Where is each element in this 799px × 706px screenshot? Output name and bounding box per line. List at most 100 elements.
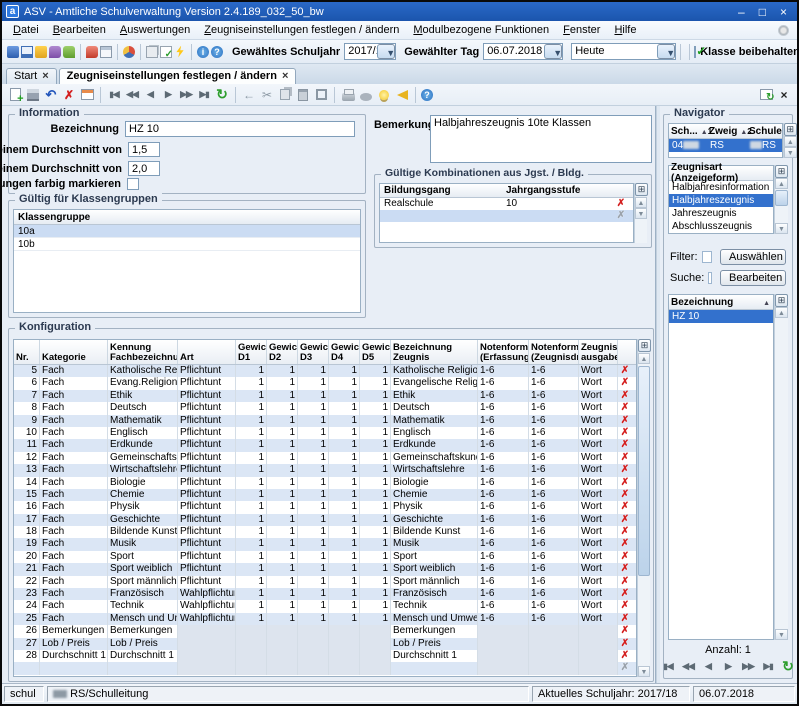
- zeugnisart-scrollbar[interactable]: [774, 165, 788, 234]
- statistics-module-icon[interactable]: [123, 46, 135, 58]
- konfiguration-column-header[interactable]: Kennung Fachbezeichnung: [108, 340, 178, 364]
- delete-row-icon[interactable]: [618, 452, 632, 464]
- classes-module-icon[interactable]: [21, 46, 33, 58]
- menu-item[interactable]: Zeugniseinstellungen festlegen / ändern: [197, 22, 406, 38]
- delete-row-icon[interactable]: [618, 501, 632, 513]
- school-table-rail[interactable]: [783, 123, 797, 158]
- konfiguration-row[interactable]: 24 Fach Technik Wahlpflichtunt 1 1 1 1 1: [14, 600, 636, 612]
- konfiguration-column-header[interactable]: Gewicht D1: [236, 340, 267, 364]
- zeugnisart-item[interactable]: Halbjahreszeugnis: [669, 194, 773, 207]
- lob-input[interactable]: [128, 161, 160, 176]
- delete-row-icon[interactable]: [618, 662, 632, 674]
- table-config-icon[interactable]: [775, 165, 788, 178]
- konfiguration-row[interactable]: 22 Fach Sport männlich Pflichtunt 1 1 1 …: [14, 576, 636, 588]
- konfiguration-column-header[interactable]: Bezeichnung Zeugnis: [391, 340, 478, 364]
- konfiguration-row[interactable]: 13 Fach Wirtschaftslehre Pflichtunt 1 1 …: [14, 464, 636, 476]
- delete-row-icon[interactable]: [618, 576, 632, 588]
- zeugnisart-header[interactable]: Zeugnisart (Anzeigeform): [669, 166, 773, 181]
- schule-kurz-column-header[interactable]: Sch...1: [669, 126, 709, 137]
- delete-row-icon[interactable]: [618, 650, 632, 662]
- tab[interactable]: Start: [6, 68, 57, 84]
- konfiguration-row[interactable]: 7 Fach Ethik Pflichtunt 1 1 1 1 1 Ethi: [14, 390, 636, 402]
- school-module-icon[interactable]: [63, 46, 75, 58]
- zweig-column-header[interactable]: Zweig2: [709, 126, 749, 137]
- new-record-button[interactable]: [7, 87, 23, 103]
- konfiguration-row[interactable]: 15 Fach Chemie Pflichtunt 1 1 1 1 1 Ch: [14, 489, 636, 501]
- last-record-button[interactable]: ▶: [196, 87, 212, 103]
- tab[interactable]: Zeugniseinstellungen festlegen / ändern: [59, 68, 297, 84]
- reports-module-icon[interactable]: [86, 46, 98, 58]
- konfiguration-row[interactable]: 14 Fach Biologie Pflichtunt 1 1 1 1 1: [14, 477, 636, 489]
- scroll-down-icon[interactable]: [635, 208, 647, 219]
- nav-fast-previous-button[interactable]: ◀◀: [682, 658, 695, 674]
- selection-button[interactable]: [313, 87, 329, 103]
- konfiguration-row[interactable]: 21 Fach Sport weiblich Pflichtunt 1 1 1 …: [14, 563, 636, 575]
- delete-row-icon[interactable]: [618, 514, 632, 526]
- maximize-button[interactable]: □: [759, 5, 766, 19]
- konfiguration-column-header[interactable]: Kategorie: [40, 340, 108, 364]
- tab-close-icon[interactable]: [42, 70, 48, 82]
- grades-module-icon[interactable]: [100, 46, 112, 58]
- context-help-button[interactable]: [421, 89, 433, 101]
- auswaehlen-button[interactable]: Auswählen: [720, 249, 786, 265]
- konfiguration-row[interactable]: 9 Fach Mathematik Pflichtunt 1 1 1 1 1: [14, 415, 636, 427]
- delete-row-icon[interactable]: [618, 526, 632, 538]
- klassengruppe-column-header[interactable]: Klassengruppe: [14, 210, 360, 225]
- scrollbar-thumb[interactable]: [775, 190, 788, 206]
- bearbeiten-button[interactable]: Bearbeiten: [720, 270, 786, 286]
- documents-icon[interactable]: [146, 46, 158, 58]
- zeugnisart-item[interactable]: Abschlusszeugnis: [669, 220, 773, 233]
- nav-fast-next-button[interactable]: ▶▶: [742, 658, 755, 674]
- chevron-down-icon[interactable]: [657, 44, 675, 59]
- fast-next-button[interactable]: ▶▶: [178, 87, 194, 103]
- unterpunktungen-checkbox[interactable]: [127, 178, 139, 190]
- next-record-button[interactable]: ▶: [160, 87, 176, 103]
- scroll-down-icon[interactable]: [784, 147, 797, 158]
- scrollbar-thumb[interactable]: [638, 366, 650, 576]
- konfiguration-column-header[interactable]: Nr.: [14, 340, 40, 364]
- delete-row-icon[interactable]: [618, 489, 632, 501]
- scroll-up-icon[interactable]: [775, 307, 788, 318]
- delete-row-icon[interactable]: [614, 198, 628, 210]
- delete-row-icon[interactable]: [618, 600, 632, 612]
- konfiguration-column-header[interactable]: Notenformat (Erfassung): [478, 340, 529, 364]
- menu-item[interactable]: Fenster: [556, 22, 607, 38]
- chevron-down-icon[interactable]: [544, 44, 562, 59]
- lessons-module-icon[interactable]: [49, 46, 61, 58]
- undo-button[interactable]: ↶: [43, 87, 59, 103]
- scroll-up-icon[interactable]: [775, 178, 788, 189]
- previous-record-button[interactable]: ◀: [142, 87, 158, 103]
- konfiguration-row[interactable]: 20 Fach Sport Pflichtunt 1 1 1 1 1 Spo: [14, 551, 636, 563]
- konfiguration-row[interactable]: 17 Fach Geschichte Pflichtunt 1 1 1 1 1: [14, 514, 636, 526]
- konfiguration-row[interactable]: 27 Lob / Preis Lob / Preis Lob /: [14, 638, 636, 650]
- jahrgangsstufe-column-header[interactable]: Jahrgangsstufe: [502, 185, 614, 196]
- minimize-button[interactable]: –: [738, 5, 745, 19]
- klasse-beibehalten-checkbox[interactable]: [694, 46, 696, 58]
- konfiguration-column-header[interactable]: Art: [178, 340, 236, 364]
- delete-row-icon[interactable]: [618, 377, 632, 389]
- konfiguration-column-header[interactable]: Gewicht D5: [360, 340, 391, 364]
- filter-checkbox[interactable]: [702, 251, 713, 263]
- bezeichnung-input[interactable]: [125, 121, 355, 137]
- schuljahr-select[interactable]: 2017/18: [344, 43, 396, 60]
- zeugnisart-item[interactable]: Halbjahresinformation: [669, 181, 773, 194]
- bezeichnung-column-header[interactable]: Bezeichnung: [671, 297, 760, 308]
- table-config-icon[interactable]: [638, 339, 651, 352]
- cut-button[interactable]: ✂: [259, 87, 275, 103]
- scroll-down-icon[interactable]: [775, 223, 788, 234]
- table-config-icon[interactable]: [775, 294, 788, 307]
- schule-column-header[interactable]: Schule: [749, 126, 782, 137]
- print-button[interactable]: [340, 87, 356, 103]
- delete-row-icon[interactable]: [618, 588, 632, 600]
- reload-view-button[interactable]: [758, 87, 774, 103]
- konfiguration-row[interactable]: 28 Durchschnitt 1 Durchschnitt 1: [14, 650, 636, 662]
- edit-form-button[interactable]: [79, 87, 95, 103]
- zeugnisart-item[interactable]: Jahreszeugnis: [669, 207, 773, 220]
- refresh-button[interactable]: ↻: [214, 87, 230, 103]
- paste-button[interactable]: [295, 87, 311, 103]
- kombination-row[interactable]: [380, 210, 633, 222]
- konfiguration-column-header[interactable]: Notenformat (Zeugnisdruck): [529, 340, 579, 364]
- help-icon[interactable]: [211, 46, 223, 58]
- delete-row-icon[interactable]: [618, 390, 632, 402]
- menu-item[interactable]: Datei: [6, 22, 46, 38]
